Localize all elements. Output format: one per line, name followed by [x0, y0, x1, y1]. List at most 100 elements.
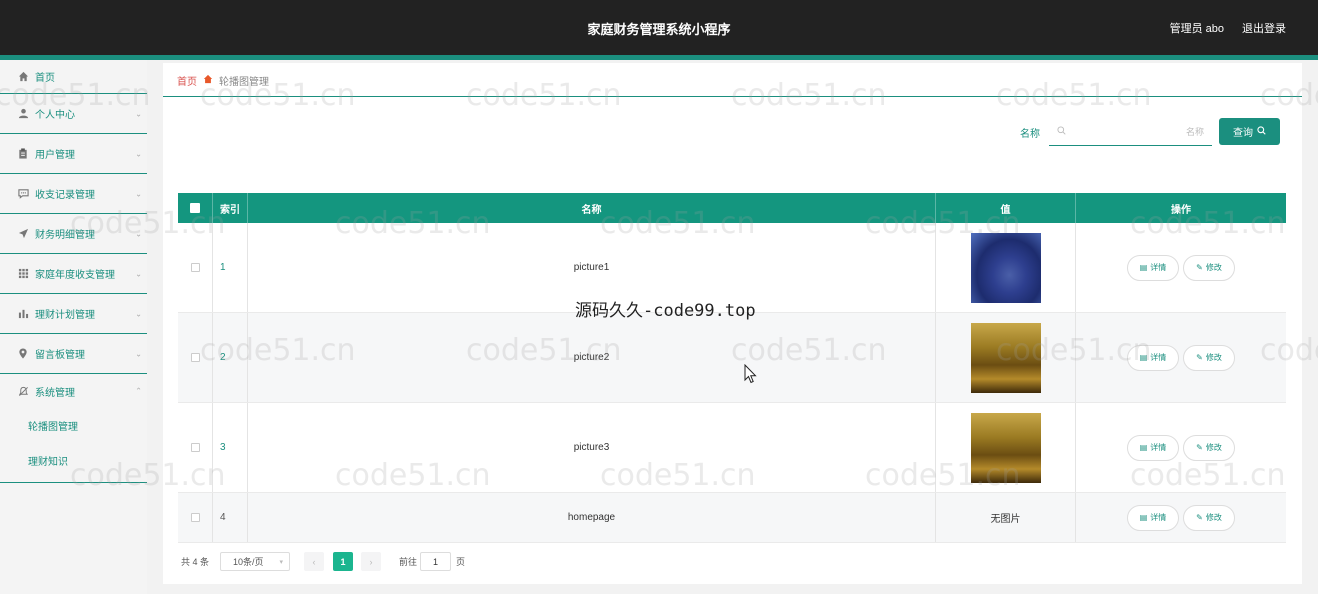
- sidebar-item-label: 财务明细管理: [35, 230, 95, 241]
- no-bell-icon: [17, 385, 29, 397]
- page-size-select[interactable]: 10条/页 ▾: [220, 552, 291, 571]
- page-number-current[interactable]: 1: [333, 552, 354, 571]
- detail-button[interactable]: ▤ 详情: [1127, 434, 1179, 461]
- chevron-down-icon: ⌄: [135, 189, 142, 198]
- col-value: 值: [936, 193, 1076, 223]
- row-checkbox[interactable]: [190, 443, 200, 452]
- row-name: picture2: [248, 313, 936, 402]
- detail-label: 详情: [1150, 513, 1167, 522]
- row-checkbox[interactable]: [190, 353, 200, 362]
- sidebar-item-finance-detail[interactable]: 财务明细管理 ⌄: [0, 214, 147, 254]
- detail-button[interactable]: ▤ 详情: [1127, 344, 1179, 371]
- header-accent-line: [0, 55, 1318, 60]
- goto-page-input[interactable]: [420, 552, 452, 571]
- row-ops: ▤ 详情 ✎ 修改: [1076, 493, 1286, 542]
- sidebar-item-label: 家庭年度收支管理: [35, 270, 115, 281]
- sidebar-item-label: 首页: [35, 73, 55, 84]
- pagination: 共 4 条 10条/页 ▾ ‹ 1 › 前往 页: [181, 552, 465, 571]
- row-checkbox[interactable]: [190, 513, 200, 522]
- sidebar-subitem-knowledge[interactable]: 理财知识: [0, 443, 147, 478]
- row-name: homepage: [248, 493, 936, 542]
- search-button-label: 查询: [1233, 128, 1253, 139]
- search-input[interactable]: [1072, 127, 1204, 137]
- row-index: 3: [213, 403, 248, 492]
- breadcrumb-current: 轮播图管理: [219, 77, 269, 88]
- edit-button[interactable]: ✎ 修改: [1183, 434, 1235, 461]
- select-all-checkbox[interactable]: [190, 203, 200, 213]
- sidebar-item-messages[interactable]: 留言板管理 ⌄: [0, 334, 147, 374]
- edit-icon: ✎: [1196, 263, 1203, 272]
- thumbnail-image: [970, 322, 1041, 393]
- detail-button[interactable]: ▤ 详情: [1127, 254, 1179, 281]
- logout-link[interactable]: 退出登录: [1242, 20, 1286, 36]
- breadcrumb: 首页 轮播图管理: [177, 73, 269, 88]
- sidebar-item-users[interactable]: 用户管理 ⌄: [0, 134, 147, 174]
- main-panel: 首页 轮播图管理 名称 查询 索引 名称 值 操作 1 picture1: [163, 63, 1302, 584]
- app-title: 家庭财务管理系统小程序: [587, 22, 731, 37]
- thumbnail-image: [970, 412, 1041, 483]
- sidebar-item-home[interactable]: 首页: [0, 60, 147, 94]
- pagination-total: 共 4 条: [181, 557, 210, 567]
- sidebar-item-annual[interactable]: 家庭年度收支管理 ⌄: [0, 254, 147, 294]
- row-ops: ▤ 详情 ✎ 修改: [1076, 403, 1286, 492]
- search-box: [1049, 119, 1212, 146]
- edit-button[interactable]: ✎ 修改: [1183, 254, 1235, 281]
- chevron-right-icon: ›: [369, 556, 373, 567]
- doc-icon: ▤: [1139, 443, 1148, 452]
- prev-page-button[interactable]: ‹: [304, 552, 325, 571]
- edit-button[interactable]: ✎ 修改: [1183, 504, 1235, 531]
- chevron-down-icon: ▾: [279, 558, 284, 566]
- chat-icon: [17, 188, 29, 200]
- edit-button[interactable]: ✎ 修改: [1183, 344, 1235, 371]
- col-name: 名称: [248, 193, 936, 223]
- row-value: 无图片: [936, 493, 1076, 542]
- thumbnail-image: [970, 232, 1041, 303]
- row-index: 4: [213, 493, 248, 542]
- col-ops: 操作: [1171, 204, 1191, 216]
- sidebar-item-label: 用户管理: [35, 150, 75, 161]
- user-icon: [17, 108, 29, 120]
- search-icon: [1257, 125, 1266, 138]
- chevron-up-icon: ⌃: [135, 386, 142, 396]
- sidebar-item-label: 留言板管理: [35, 350, 85, 361]
- search-icon: [1057, 126, 1066, 138]
- grid-icon: [17, 268, 29, 280]
- sidebar-item-records[interactable]: 收支记录管理 ⌄: [0, 174, 147, 214]
- row-index-text: 2: [220, 352, 226, 363]
- row-checkbox[interactable]: [190, 263, 200, 272]
- row-index: 1: [213, 223, 248, 312]
- sidebar-subitem-carousel[interactable]: 轮播图管理: [0, 408, 147, 443]
- sidebar-item-profile[interactable]: 个人中心 ⌄: [0, 94, 147, 134]
- sidebar-item-system[interactable]: 系统管理 ⌃: [0, 374, 147, 408]
- bar-chart-icon: [17, 308, 29, 320]
- sidebar-item-label: 系统管理: [35, 387, 75, 399]
- edit-icon: ✎: [1196, 513, 1203, 522]
- table-row: 2 picture2 ▤ 详情 ✎ 修改: [178, 313, 1286, 403]
- doc-icon: ▤: [1139, 263, 1148, 272]
- edit-icon: ✎: [1196, 443, 1203, 452]
- location-icon: [17, 348, 29, 360]
- edit-label: 修改: [1205, 353, 1222, 362]
- carousel-table: 索引 名称 值 操作 1 picture1 ▤ 详情 ✎ 修改 2 picture2…: [178, 193, 1286, 543]
- row-ops: ▤ 详情 ✎ 修改: [1076, 313, 1286, 402]
- next-page-button[interactable]: ›: [361, 552, 382, 571]
- row-ops: ▤ 详情 ✎ 修改: [1076, 223, 1286, 312]
- search-button[interactable]: 查询: [1219, 118, 1280, 145]
- house-icon: [203, 74, 213, 87]
- edit-label: 修改: [1205, 513, 1222, 522]
- home-icon: [17, 71, 29, 83]
- edit-label: 修改: [1205, 263, 1222, 272]
- page-suffix: 页: [456, 557, 466, 567]
- row-index: 2: [213, 313, 248, 402]
- row-check-cell: [178, 493, 213, 542]
- detail-label: 详情: [1150, 353, 1167, 362]
- current-user: 管理员 abo: [1169, 23, 1224, 35]
- edit-icon: ✎: [1196, 353, 1203, 362]
- breadcrumb-home[interactable]: 首页: [177, 73, 197, 88]
- chevron-down-icon: ⌄: [135, 149, 142, 158]
- sidebar-item-plans[interactable]: 理财计划管理 ⌄: [0, 294, 147, 334]
- row-index-text: 3: [220, 442, 226, 453]
- detail-button[interactable]: ▤ 详情: [1127, 504, 1179, 531]
- row-value: [936, 313, 1076, 402]
- row-check-cell: [178, 403, 213, 492]
